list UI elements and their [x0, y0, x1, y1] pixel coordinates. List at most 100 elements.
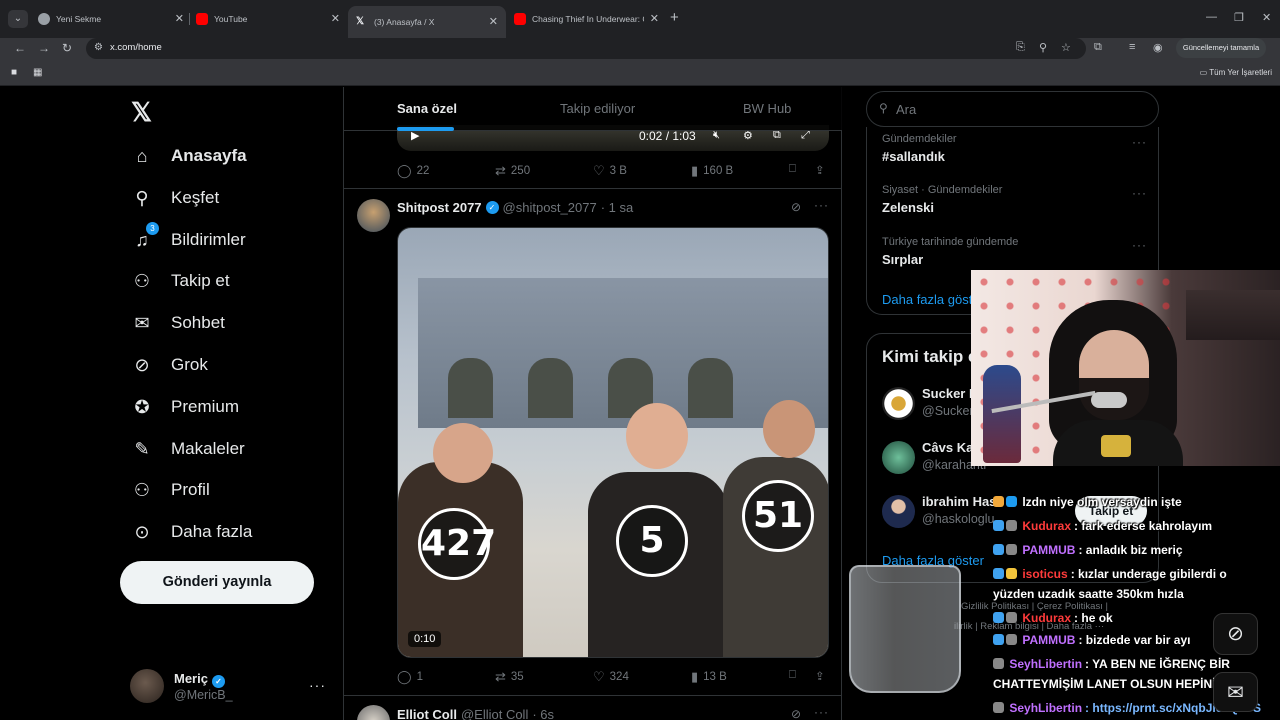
trend-item[interactable]: Gündemdekiler #sallandık ··· — [882, 133, 1147, 164]
avatar[interactable] — [357, 199, 390, 232]
tweet-author-handle[interactable]: @shitpost_2077 — [503, 200, 597, 215]
nav-profile[interactable]: ⚇ Profil — [130, 469, 210, 511]
retweet-button[interactable]: ⇄ 250 — [495, 163, 530, 179]
reload-icon[interactable]: ↻ — [62, 41, 72, 55]
more-icon[interactable]: ··· — [1132, 238, 1147, 252]
reply-button[interactable]: ◯ 1 — [397, 669, 423, 685]
account-icon[interactable]: ◉ — [1153, 41, 1163, 54]
close-tab-icon[interactable]: ✕ — [650, 12, 659, 25]
nav-notifications[interactable]: ♫ 3 Bildirimler — [130, 219, 246, 261]
minimize-icon[interactable]: — — [1206, 11, 1217, 23]
tab-search-dropdown[interactable]: ⌄ — [8, 10, 28, 28]
bookmark-page-icon[interactable]: ■ — [11, 67, 17, 78]
nav-more[interactable]: ⊙ Daha fazla — [130, 511, 252, 553]
badge-icon — [1006, 544, 1017, 555]
tab-chasing-thief[interactable]: Chasing Thief In Underwear: Ca ✕ — [514, 8, 659, 30]
apps-grid-icon[interactable]: ▦ — [33, 67, 42, 78]
nav-home[interactable]: ⌂ Anasayfa — [130, 135, 247, 177]
share-icon[interactable]: ⇪ — [815, 669, 825, 683]
grok-icon[interactable]: ⊘ — [791, 200, 801, 214]
trend-item[interactable]: Türkiye tarihinde gündemde Sırplar ··· — [882, 236, 1147, 267]
back-icon[interactable]: ← — [14, 41, 26, 55]
chat-username[interactable]: Kudurax — [1022, 519, 1071, 533]
tweet-video[interactable]: 427 5 51 0:10 — [397, 227, 829, 658]
all-bookmarks[interactable]: ▭ Tüm Yer İşaretleri — [1200, 68, 1272, 77]
tweet-time[interactable]: · 6s — [532, 707, 554, 720]
restore-icon[interactable]: ❐ — [1234, 11, 1244, 24]
url-text[interactable]: x.com/home — [110, 42, 162, 53]
badge-icon — [1006, 568, 1017, 579]
profile-handle: @MericB_ — [174, 688, 233, 702]
share-icon[interactable]: ⇪ — [815, 163, 825, 177]
avatar[interactable] — [357, 705, 390, 720]
views-button[interactable]: ▮ 13 B — [691, 669, 727, 685]
media-control-icon[interactable]: ≡ — [1129, 41, 1135, 53]
nav-articles[interactable]: ✎ Makaleler — [130, 428, 244, 470]
bookmark-icon[interactable]: ⎕ — [789, 669, 796, 682]
nav-grok[interactable]: ⊘ Grok — [130, 344, 207, 386]
tweet-time[interactable]: · 1 sa — [601, 200, 634, 215]
extensions-icon[interactable]: ⧉ — [1094, 41, 1102, 54]
close-tab-icon[interactable]: ✕ — [489, 15, 498, 28]
chat-username[interactable]: PAMMUB — [1022, 633, 1075, 647]
more-icon[interactable]: ··· — [309, 677, 326, 693]
tab-for-you[interactable]: Sana özel — [397, 101, 457, 116]
post-button[interactable]: Gönderi yayınla — [120, 561, 314, 604]
new-tab-button[interactable]: + — [670, 9, 679, 26]
avatar — [882, 387, 915, 420]
reply-count: 1 — [416, 671, 423, 683]
bookmark-icon[interactable]: ⎕ — [789, 163, 796, 176]
tab-following[interactable]: Takip ediliyor — [560, 101, 635, 116]
close-tab-icon[interactable]: ✕ — [175, 12, 184, 25]
chat-username[interactable]: isoticus — [1022, 567, 1067, 581]
nav-premium[interactable]: ✪ Premium — [130, 386, 239, 428]
close-window-icon[interactable]: ✕ — [1262, 11, 1271, 24]
close-tab-icon[interactable]: ✕ — [331, 12, 340, 25]
nav-messages[interactable]: ✉ Sohbet — [130, 302, 224, 344]
search-icon: ⚲ — [135, 187, 149, 208]
more-icon[interactable]: ··· — [1132, 135, 1147, 149]
more-icon[interactable]: ··· — [814, 198, 829, 212]
more-icon[interactable]: ··· — [814, 705, 829, 719]
grok-icon[interactable]: ⊘ — [1213, 613, 1258, 655]
glass-overlay — [849, 565, 961, 693]
messages-icon[interactable]: ✉ — [1213, 672, 1258, 712]
tab-youtube[interactable]: YouTube ✕ — [196, 8, 340, 30]
nav-explore[interactable]: ⚲ Keşfet — [130, 177, 219, 219]
chrome-icon — [38, 13, 50, 25]
views-button[interactable]: ▮ 160 B — [691, 163, 733, 179]
reply-button[interactable]: ◯ 22 — [397, 163, 429, 179]
chat-username[interactable]: SeyhLibertin — [1009, 657, 1082, 671]
video-time: 0:02 / 1:03 — [639, 129, 696, 143]
tweet-author-handle[interactable]: @Elliot Coll — [461, 707, 528, 720]
account-switcher[interactable]: Meriç ✓ @MericB_ ··· — [130, 669, 330, 709]
x-logo-icon[interactable]: 𝕏 — [131, 97, 152, 128]
bookmark-star-icon[interactable]: ☆ — [1061, 41, 1071, 54]
grok-icon[interactable]: ⊘ — [791, 707, 801, 720]
update-button[interactable]: Güncellemeyi tamamla — [1176, 38, 1266, 58]
search-input[interactable]: ⚲ Ara — [866, 91, 1159, 127]
tab-bw-hub[interactable]: BW Hub — [743, 101, 791, 116]
more-icon[interactable]: ··· — [1132, 186, 1147, 200]
trend-item[interactable]: Siyaset · Gündemdekiler Zelenski ··· — [882, 184, 1147, 215]
shirt-logo — [1101, 435, 1131, 457]
like-button[interactable]: ♡ 3 B — [593, 163, 627, 179]
chat-username[interactable]: PAMMUB — [1022, 543, 1075, 557]
tweet-author-name[interactable]: Shitpost 2077 — [397, 200, 482, 215]
show-more-link[interactable]: Daha fazla göster — [882, 292, 984, 307]
tab-x-home[interactable]: 𝕏 (3) Anasayfa / X ✕ — [348, 6, 506, 38]
address-bar[interactable]: ⚙ x.com/home ⎘ ⚲ ☆ — [86, 38, 1086, 59]
tab-new-tab[interactable]: Yeni Sekme ✕ — [38, 8, 184, 30]
chat-message: lzdn niye olm versaydin işte — [993, 492, 1263, 512]
retweet-button[interactable]: ⇄ 35 — [495, 669, 524, 685]
site-info-icon[interactable]: ⚙ — [94, 42, 103, 53]
install-app-icon[interactable]: ⎘ — [1016, 41, 1025, 54]
chat-username[interactable]: Kudurax — [1022, 611, 1071, 625]
nav-follow[interactable]: ⚇ Takip et — [130, 260, 230, 302]
tweet-author-name[interactable]: Elliot Coll — [397, 707, 457, 720]
forward-icon[interactable]: → — [38, 41, 50, 55]
chat-username[interactable]: SeyhLibertin — [1009, 701, 1082, 715]
like-button[interactable]: ♡ 324 — [593, 669, 629, 685]
zoom-icon[interactable]: ⚲ — [1039, 41, 1047, 54]
reply-count: 22 — [416, 165, 430, 177]
